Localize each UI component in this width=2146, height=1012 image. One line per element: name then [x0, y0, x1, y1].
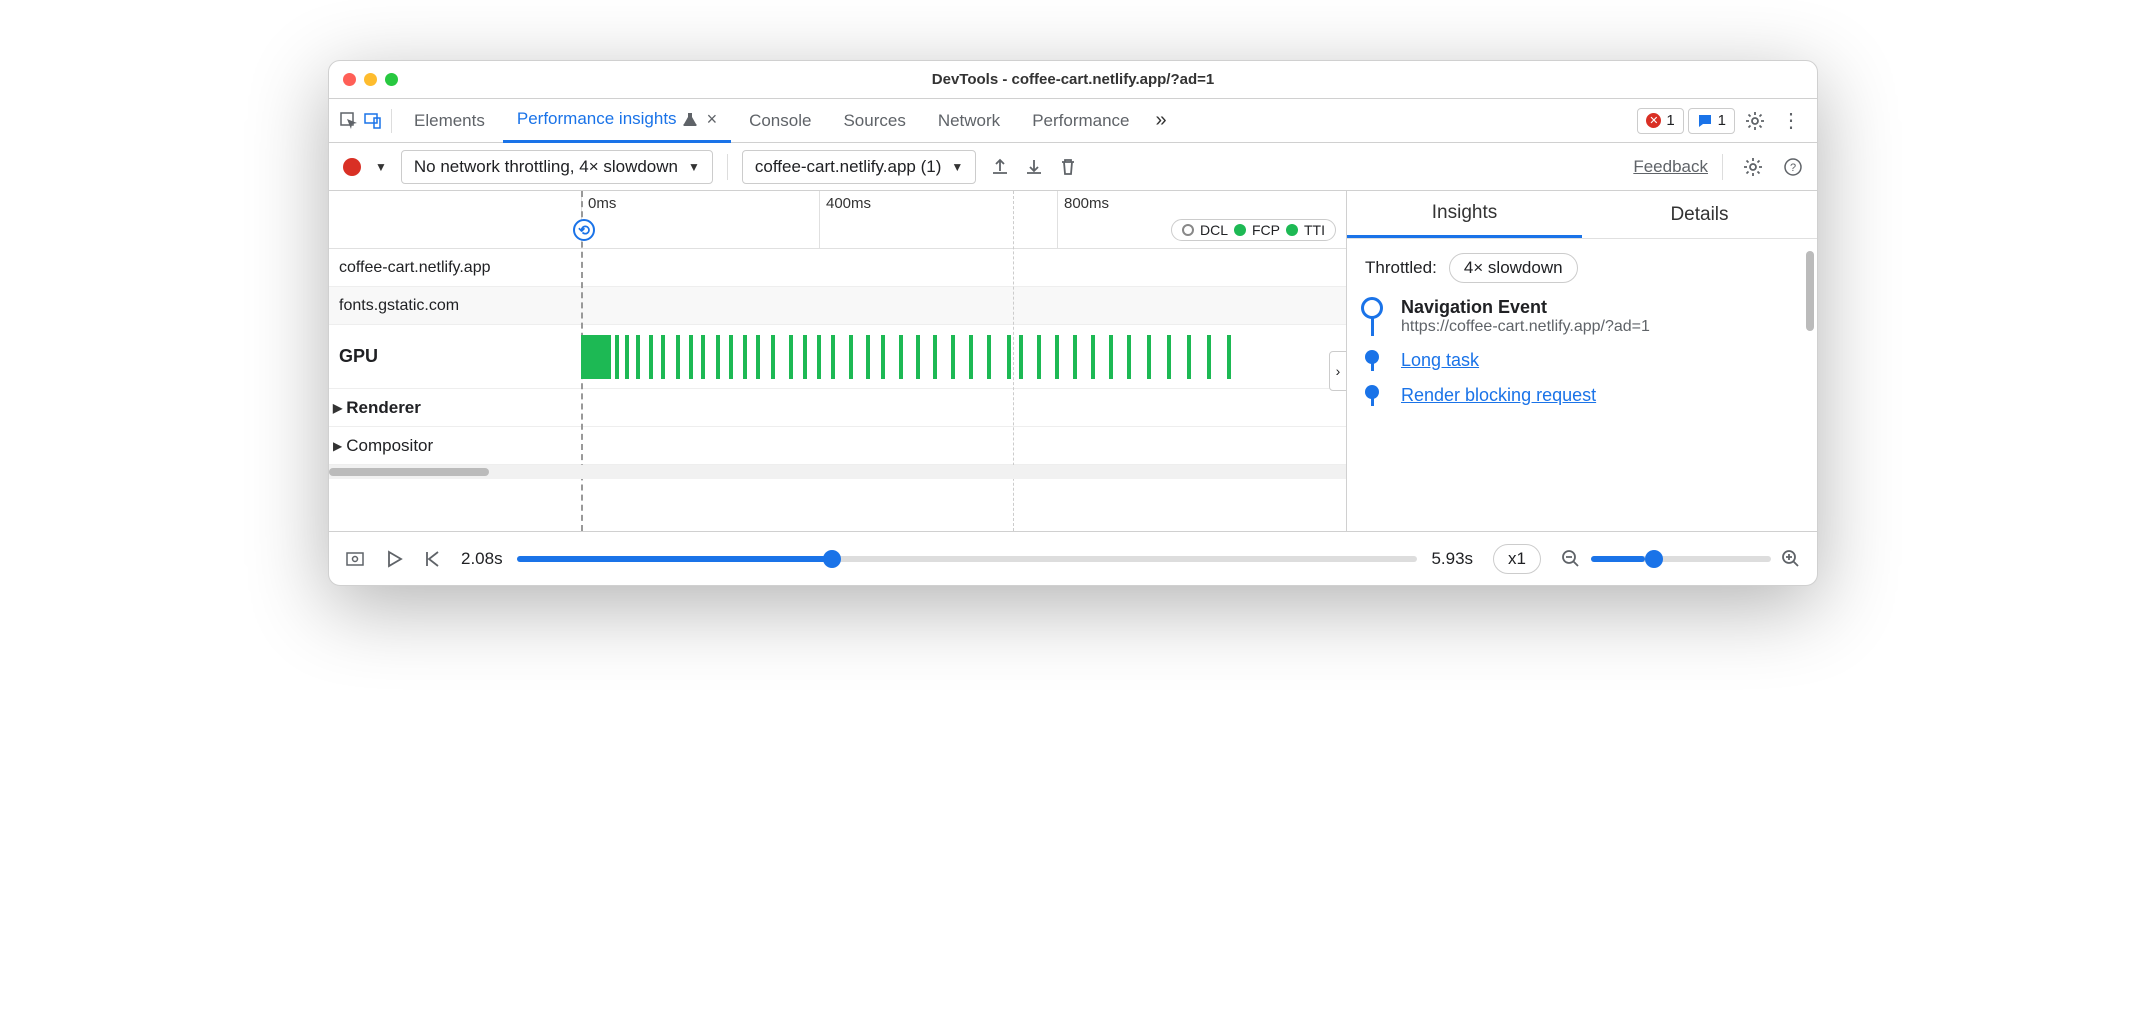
traffic-lights [343, 73, 398, 86]
timing-markers-legend: DCL FCP TTI [1171, 219, 1336, 241]
import-icon[interactable] [1024, 157, 1044, 177]
timeline-panel: 0ms 400ms 800ms DCL FCP TTI ⟲ coffee-car… [329, 191, 1347, 531]
nav-event-url: https://coffee-cart.netlify.app/?ad=1 [1401, 318, 1799, 336]
gpu-track-row[interactable]: GPU [329, 325, 1346, 389]
message-icon [1697, 113, 1713, 129]
network-track-row[interactable]: coffee-cart.netlify.app [329, 249, 1346, 287]
vertical-scrollbar[interactable] [1803, 191, 1817, 531]
flask-icon [683, 112, 697, 126]
throttle-status-row: Throttled: 4× slowdown [1347, 239, 1817, 297]
gpu-label: GPU [329, 346, 581, 367]
panel-settings-icon[interactable] [1737, 157, 1769, 177]
zoom-in-icon[interactable] [1781, 549, 1801, 569]
network-track-row[interactable]: fonts.gstatic.com [329, 287, 1346, 325]
gpu-activity-bars [581, 335, 1346, 379]
titlebar: DevTools - coffee-cart.netlify.app/?ad=1 [329, 61, 1817, 99]
tti-marker-icon [1286, 224, 1298, 236]
navigation-start-marker[interactable]: ⟲ [573, 219, 595, 241]
window-title: DevTools - coffee-cart.netlify.app/?ad=1 [932, 71, 1214, 88]
throttle-label: Throttled: [1365, 258, 1437, 278]
record-dropdown-icon[interactable]: ▼ [375, 160, 387, 174]
message-count-badge[interactable]: 1 [1688, 108, 1735, 134]
playback-footer: 2.08s 5.93s x1 [329, 531, 1817, 585]
fcp-label: FCP [1252, 222, 1280, 238]
time-end: 5.93s [1431, 549, 1473, 569]
tab-details[interactable]: Details [1582, 191, 1817, 238]
sub-toolbar: ▼ No network throttling, 4× slowdown ▼ c… [329, 143, 1817, 191]
render-blocking-row: Render blocking request [1357, 385, 1799, 406]
long-task-row: Long task [1357, 350, 1799, 371]
tab-network[interactable]: Network [924, 99, 1014, 143]
tab-label: Performance insights [517, 109, 677, 129]
tab-sources[interactable]: Sources [829, 99, 919, 143]
close-window[interactable] [343, 73, 356, 86]
feedback-link[interactable]: Feedback [1633, 157, 1708, 177]
play-icon[interactable] [385, 550, 403, 568]
dcl-label: DCL [1200, 222, 1228, 238]
zoom-out-icon[interactable] [1561, 549, 1581, 569]
compositor-section-row[interactable]: ▶ Compositor [329, 427, 1346, 465]
panel-expander[interactable]: › [1329, 351, 1347, 391]
zoom-controls [1561, 549, 1801, 569]
horizontal-scrollbar[interactable] [329, 465, 1346, 479]
chevron-down-icon: ▼ [951, 160, 963, 174]
compositor-label: Compositor [346, 436, 433, 456]
nav-event-row: Navigation Event https://coffee-cart.net… [1357, 297, 1799, 336]
skip-back-icon[interactable] [423, 550, 441, 568]
maximize-window[interactable] [385, 73, 398, 86]
svg-text:?: ? [1790, 162, 1796, 174]
help-icon[interactable]: ? [1783, 157, 1803, 177]
record-button[interactable] [343, 158, 361, 176]
throttling-value: No network throttling, 4× slowdown [414, 157, 678, 177]
insights-panel: Insights Details Throttled: 4× slowdown … [1347, 191, 1817, 531]
tab-insights[interactable]: Insights [1347, 191, 1582, 238]
minimize-window[interactable] [364, 73, 377, 86]
speed-chip[interactable]: x1 [1493, 544, 1541, 574]
ruler-tick: 400ms [819, 191, 877, 248]
preview-icon[interactable] [345, 549, 365, 569]
device-toolbar-icon[interactable] [363, 111, 383, 131]
renderer-section-row[interactable]: ▶ Renderer [329, 389, 1346, 427]
time-start: 2.08s [461, 549, 503, 569]
throttling-select[interactable]: No network throttling, 4× slowdown ▼ [401, 150, 713, 184]
tab-elements[interactable]: Elements [400, 99, 499, 143]
fcp-marker-icon [1234, 224, 1246, 236]
insights-event-list: Navigation Event https://coffee-cart.net… [1347, 297, 1817, 420]
tab-performance-insights[interactable]: Performance insights × [503, 99, 731, 143]
zoom-slider[interactable] [1591, 556, 1771, 562]
disclosure-triangle-icon: ▶ [333, 439, 342, 453]
main-toolbar: Elements Performance insights × Console … [329, 99, 1817, 143]
page-value: coffee-cart.netlify.app (1) [755, 157, 941, 177]
export-icon[interactable] [990, 157, 1010, 177]
time-ruler[interactable]: 0ms 400ms 800ms DCL FCP TTI [329, 191, 1346, 249]
long-task-link[interactable]: Long task [1401, 350, 1479, 370]
tti-label: TTI [1304, 222, 1325, 238]
ruler-tick: 800ms [1057, 191, 1115, 248]
settings-icon[interactable] [1739, 111, 1771, 131]
renderer-label: Renderer [346, 398, 421, 418]
throttle-chip[interactable]: 4× slowdown [1449, 253, 1578, 283]
nav-event-title: Navigation Event [1401, 297, 1799, 318]
chevron-down-icon: ▼ [688, 160, 700, 174]
error-count-badge[interactable]: ✕ 1 [1637, 108, 1683, 134]
inspect-icon[interactable] [339, 111, 359, 131]
more-tabs-icon[interactable]: » [1148, 109, 1175, 132]
tab-performance[interactable]: Performance [1018, 99, 1143, 143]
kebab-menu-icon[interactable]: ⋮ [1775, 108, 1807, 133]
disclosure-triangle-icon: ▶ [333, 401, 342, 415]
page-select[interactable]: coffee-cart.netlify.app (1) ▼ [742, 150, 976, 184]
right-tabs: Insights Details [1347, 191, 1817, 239]
tab-console[interactable]: Console [735, 99, 825, 143]
message-count: 1 [1718, 112, 1726, 129]
delete-icon[interactable] [1058, 157, 1078, 177]
nav-event-marker-icon [1361, 297, 1383, 319]
time-slider[interactable] [517, 556, 1418, 562]
error-icon: ✕ [1646, 113, 1661, 128]
error-count: 1 [1666, 112, 1674, 129]
tab-close-icon[interactable]: × [707, 109, 718, 130]
render-blocking-link[interactable]: Render blocking request [1401, 385, 1596, 405]
dcl-marker-icon [1182, 224, 1194, 236]
